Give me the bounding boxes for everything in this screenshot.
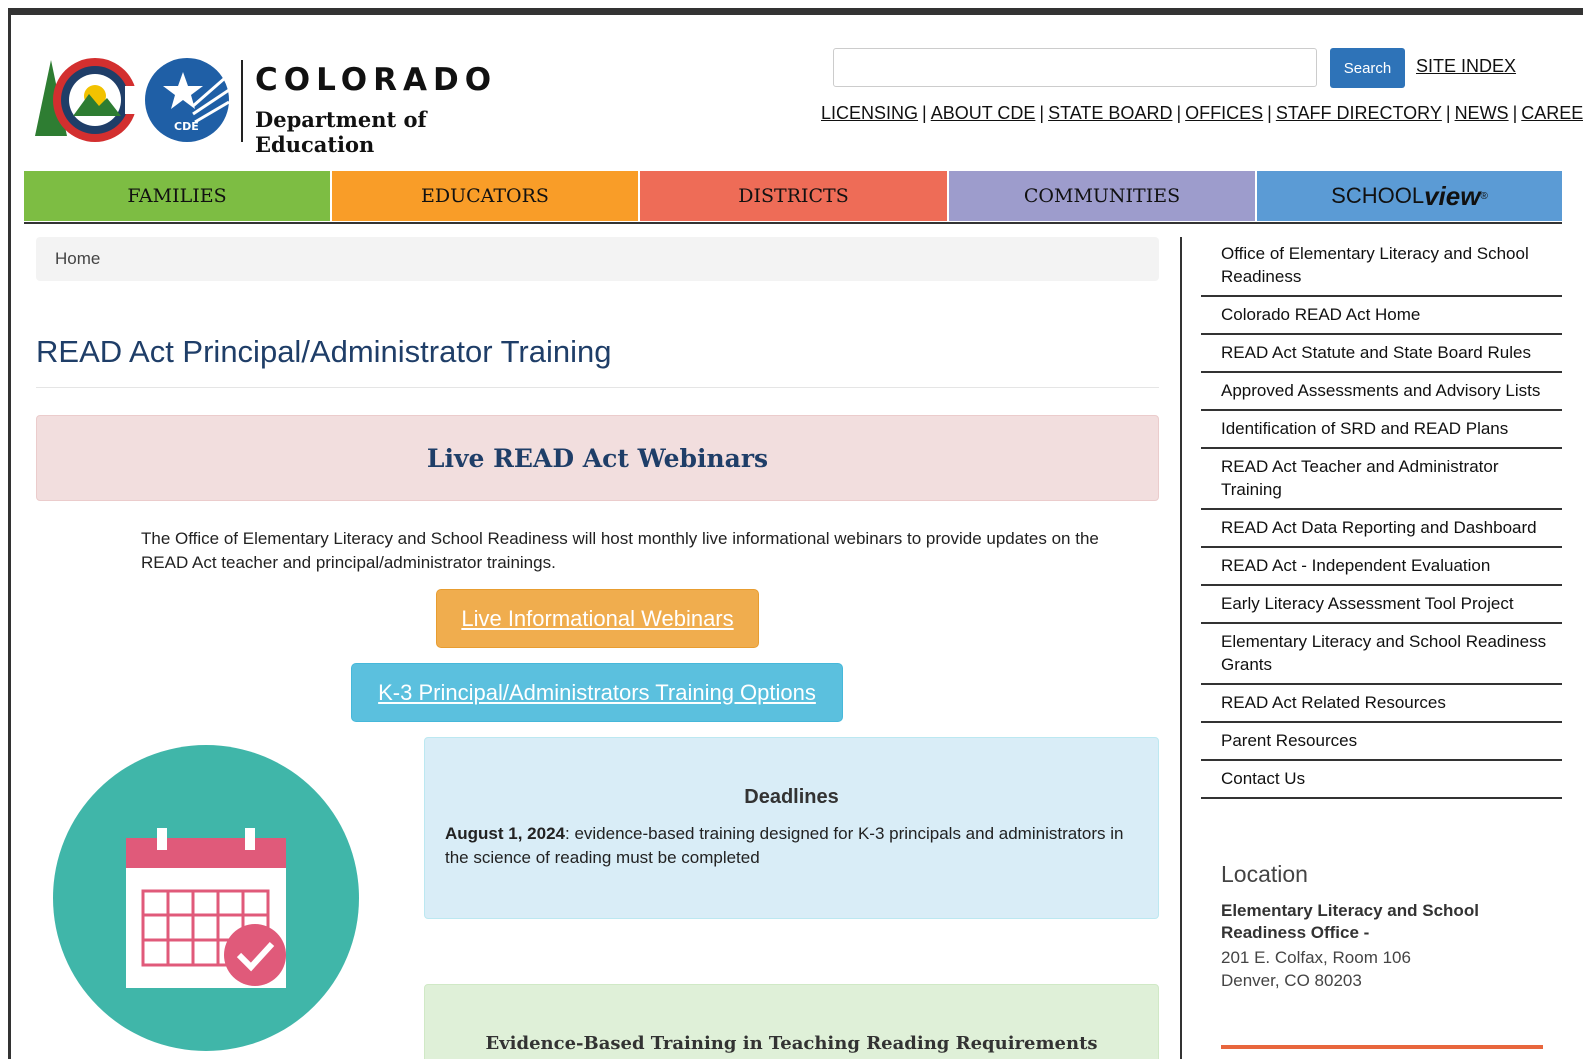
schoolview-text-a: SCHOOL [1331,183,1425,208]
link-about-cde[interactable]: ABOUT CDE [931,103,1036,123]
nav-schoolview[interactable]: SCHOOL view ® [1257,171,1562,221]
search-button[interactable]: Search [1330,48,1405,88]
window-frame [0,0,1583,16]
sidebar-item-assessment-tool[interactable]: Early Literacy Assessment Tool Project [1201,586,1562,624]
colorado-logo-icon [35,58,230,142]
nav-underline [24,222,1562,224]
sidebar-item-data-reporting[interactable]: READ Act Data Reporting and Dashboard [1201,510,1562,548]
site-index-link[interactable]: SITE INDEX [1416,56,1516,77]
separator: | [1445,103,1451,123]
live-webinars-button[interactable]: Live Informational Webinars [436,589,759,648]
intro-paragraph: The Office of Elementary Literacy and Sc… [141,529,1099,572]
location-title: Location [1221,861,1308,887]
org-name-line1: COLORADO [255,62,498,98]
calendar-illustration [53,745,359,1051]
search-input[interactable] [833,48,1317,87]
breadcrumb: Home [36,237,1159,281]
sidebar-item-related-resources[interactable]: READ Act Related Resources [1201,685,1562,723]
requirements-panel: Evidence-Based Training in Teaching Read… [424,984,1159,1059]
separator: | [1512,103,1518,123]
sidebar-item-parent-resources[interactable]: Parent Resources [1201,723,1562,761]
org-name-line2: Department of Education [255,107,427,157]
sidebar-nav: Office of Elementary Literacy and School… [1201,238,1562,799]
link-offices[interactable]: OFFICES [1185,103,1263,123]
location-city: Denver, CO 80203 [1221,971,1362,990]
separator: | [1267,103,1272,123]
location-accent-bar [1221,1045,1543,1049]
schoolview-text-b: view [1424,180,1481,211]
link-state-board[interactable]: STATE BOARD [1048,103,1172,123]
sidebar-item-office[interactable]: Office of Elementary Literacy and School… [1201,238,1562,297]
link-careers[interactable]: CAREERS [1521,103,1583,123]
title-divider [36,387,1159,388]
deadlines-panel: Deadlines August 1, 2024: evidence-based… [424,737,1159,919]
sidebar-item-independent-evaluation[interactable]: READ Act - Independent Evaluation [1201,548,1562,586]
training-options-button[interactable]: K-3 Principal/Administrators Training Op… [351,663,843,722]
sidebar-item-read-act-home[interactable]: Colorado READ Act Home [1201,297,1562,335]
sidebar-item-approved-assessments[interactable]: Approved Assessments and Advisory Lists [1201,373,1562,411]
nav-communities[interactable]: COMMUNITIES [949,171,1257,221]
deadline-date: August 1, 2024 [445,824,565,843]
window-frame-left [8,8,11,1059]
location-street: 201 E. Colfax, Room 106 [1221,948,1411,967]
breadcrumb-home[interactable]: Home [55,249,100,269]
nav-districts[interactable]: DISTRICTS [640,171,949,221]
separator: | [1176,103,1182,123]
schoolview-mark: ® [1480,190,1488,202]
logo-divider [241,60,243,142]
nav-educators[interactable]: EDUCATORS [332,171,640,221]
sidebar-item-contact-us[interactable]: Contact Us [1201,761,1562,799]
link-licensing[interactable]: LICENSING [821,103,918,123]
location-address: 201 E. Colfax, Room 106 Denver, CO 80203 [1221,946,1411,992]
sidebar-item-statute-rules[interactable]: READ Act Statute and State Board Rules [1201,335,1562,373]
sidebar-item-srd-read-plans[interactable]: Identification of SRD and READ Plans [1201,411,1562,449]
link-news[interactable]: NEWS [1455,103,1509,123]
link-staff-directory[interactable]: STAFF DIRECTORY [1276,103,1442,123]
separator: | [922,103,927,123]
separator: | [1039,103,1045,123]
sidebar-item-grants[interactable]: Elementary Literacy and School Readiness… [1201,624,1562,685]
utility-links: LICENSING | ABOUT CDE | STATE BOARD | OFFICES |… [821,103,1583,124]
sidebar-item-teacher-admin-training[interactable]: READ Act Teacher and Administrator Train… [1201,449,1562,510]
logo-badge-text: CDE [174,120,199,133]
page-title: READ Act Principal/Administrator Trainin… [36,334,612,369]
requirements-heading: Evidence-Based Training in Teaching Read… [485,1033,1098,1054]
deadlines-body: August 1, 2024: evidence-based training … [445,822,1140,870]
cde-logo[interactable]: CDE COLORADO Department of Education [33,56,543,157]
nav-families[interactable]: FAMILIES [24,171,332,221]
calendar-check-icon [53,745,359,1051]
location-office: Elementary Literacy and School Readiness… [1221,901,1479,942]
deadlines-heading: Deadlines [744,786,839,808]
sidebar-divider [1180,237,1182,1059]
webinars-alert: Live READ Act Webinars [36,415,1159,501]
main-nav: FAMILIES EDUCATORS DISTRICTS COMMUNITIES… [24,171,1562,221]
